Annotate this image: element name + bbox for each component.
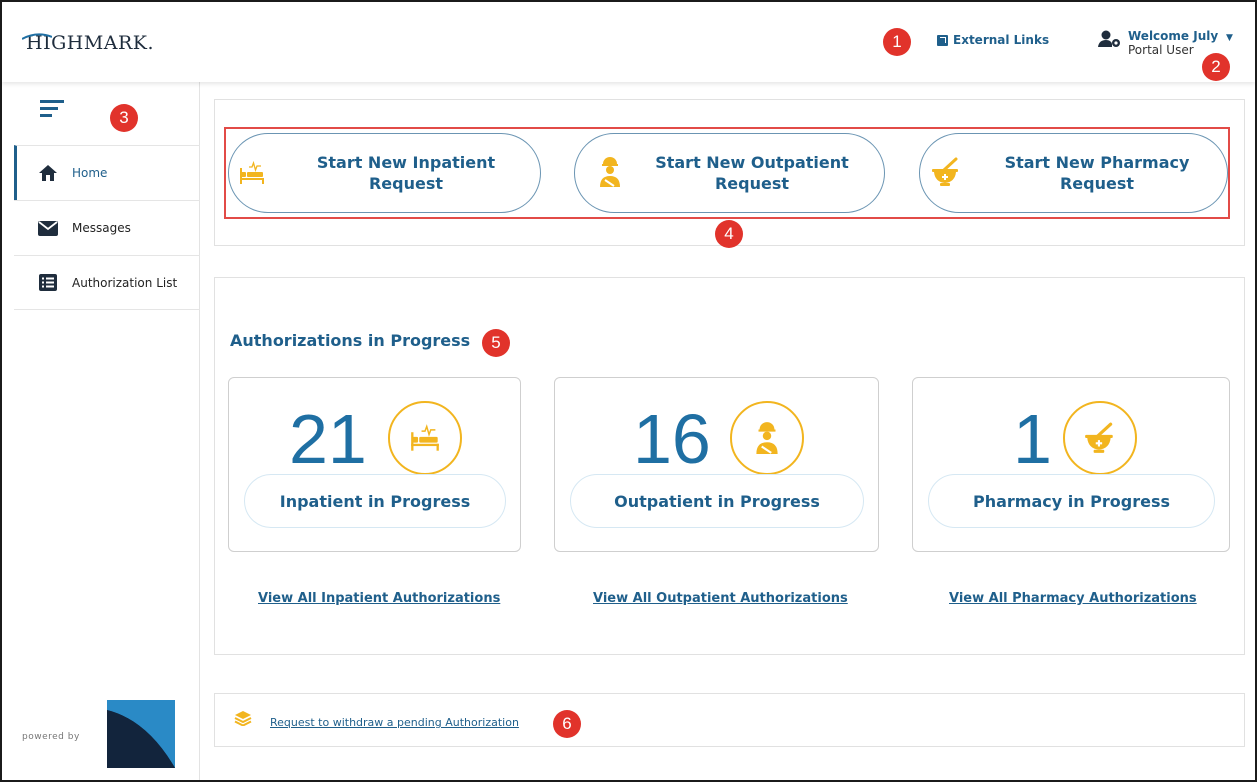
pharmacy-in-progress-button[interactable]: Pharmacy in Progress [928, 474, 1215, 528]
inpatient-count: 21 [289, 400, 367, 478]
sidebar-item-label: Messages [72, 221, 131, 235]
app-frame: HIGHMARK. External Links Welcome July ▼ … [0, 0, 1257, 782]
start-pharmacy-request-button[interactable]: Start New Pharmacy Request [919, 133, 1228, 213]
external-links-link[interactable]: External Links [937, 33, 1049, 47]
annotation-marker-2: 2 [1202, 53, 1230, 81]
user-settings-icon [1098, 30, 1120, 47]
outpatient-count: 16 [633, 400, 711, 478]
external-links-label: External Links [953, 33, 1050, 47]
inpatient-request-label: Start New Inpatient Request [316, 153, 496, 193]
layers-icon [234, 711, 252, 726]
external-link-icon [937, 34, 948, 46]
pharmacy-request-label: Start New Pharmacy Request [1004, 153, 1190, 193]
authorizations-in-progress-title: Authorizations in Progress [230, 331, 471, 350]
annotation-marker-1: 1 [883, 28, 911, 56]
sidebar: Home Messages Authorization List powered… [2, 82, 200, 780]
inpatient-progress-card: 21 Inpatient in Progress [228, 377, 521, 552]
sidebar-toggle-icon[interactable] [40, 100, 64, 117]
outpatient-request-label: Start New Outpatient Request [655, 153, 849, 193]
top-header: HIGHMARK. External Links Welcome July ▼ … [2, 2, 1255, 82]
outpatient-progress-card: 16 Outpatient in Progress [554, 377, 879, 552]
sidebar-item-home[interactable]: Home [14, 145, 200, 200]
outpatient-person-icon [600, 157, 620, 187]
user-menu[interactable]: Welcome July ▼ Portal User [1098, 30, 1233, 56]
pharmacy-progress-card: 1 Pharmacy in Progress [912, 377, 1230, 552]
start-inpatient-request-button[interactable]: Start New Inpatient Request [228, 133, 541, 213]
pharmacy-count: 1 [1013, 400, 1052, 478]
vendor-logo-icon [107, 700, 175, 768]
sidebar-item-label: Authorization List [72, 275, 178, 290]
start-outpatient-request-button[interactable]: Start New Outpatient Request [574, 133, 885, 213]
view-all-pharmacy-link[interactable]: View All Pharmacy Authorizations [949, 591, 1197, 606]
logo-swoosh-icon [22, 33, 52, 40]
annotation-marker-5: 5 [482, 329, 510, 357]
inpatient-in-progress-button[interactable]: Inpatient in Progress [244, 474, 506, 528]
chevron-down-icon: ▼ [1226, 33, 1233, 43]
view-all-outpatient-link[interactable]: View All Outpatient Authorizations [593, 591, 848, 606]
sidebar-item-label: Home [72, 166, 108, 180]
annotation-marker-4: 4 [715, 220, 743, 248]
outpatient-person-icon [730, 401, 804, 475]
powered-by-text: powered by [22, 732, 80, 742]
annotation-marker-6: 6 [553, 710, 581, 738]
highmark-logo[interactable]: HIGHMARK. [22, 32, 154, 54]
view-all-inpatient-link[interactable]: View All Inpatient Authorizations [258, 591, 500, 606]
hospital-bed-icon [388, 401, 462, 475]
sidebar-item-authorization-list[interactable]: Authorization List [14, 255, 200, 310]
annotation-marker-3: 3 [110, 104, 138, 132]
outpatient-in-progress-button[interactable]: Outpatient in Progress [570, 474, 864, 528]
sidebar-item-messages[interactable]: Messages [14, 200, 200, 255]
withdraw-authorization-link[interactable]: Request to withdraw a pending Authorizat… [270, 716, 519, 729]
user-welcome-text: Welcome July [1128, 29, 1219, 43]
mortar-pestle-icon [932, 157, 958, 186]
envelope-icon [38, 220, 58, 236]
list-icon [38, 274, 58, 291]
hospital-bed-icon [240, 160, 264, 184]
home-icon [38, 164, 58, 182]
mortar-pestle-icon [1063, 401, 1137, 475]
